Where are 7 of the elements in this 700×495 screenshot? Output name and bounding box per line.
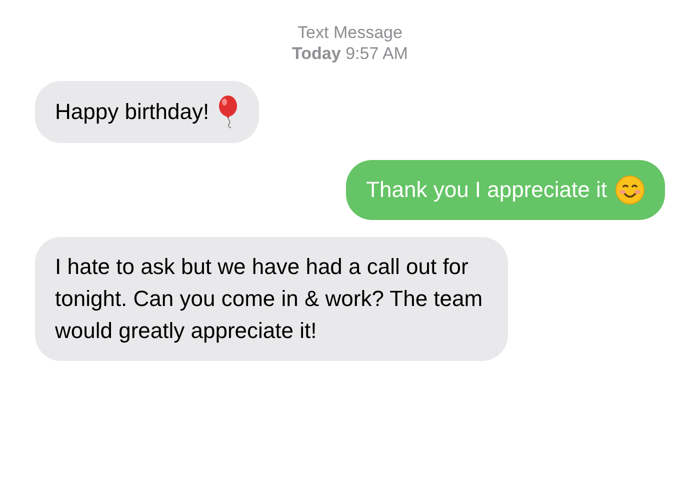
smiling-face-icon: [615, 175, 645, 205]
message-text: I hate to ask but we have had a call out for tonight. Can you come in & work? The team would greatly appreciate it!: [55, 253, 484, 345]
message-text: Happy birthday!: [55, 98, 210, 126]
balloon-icon: [217, 95, 240, 129]
conversation-title: Text Message: [298, 22, 402, 43]
message-text: Thank you I appreciate it: [366, 176, 607, 204]
timestamp: Today 9:57 AM: [292, 43, 408, 64]
